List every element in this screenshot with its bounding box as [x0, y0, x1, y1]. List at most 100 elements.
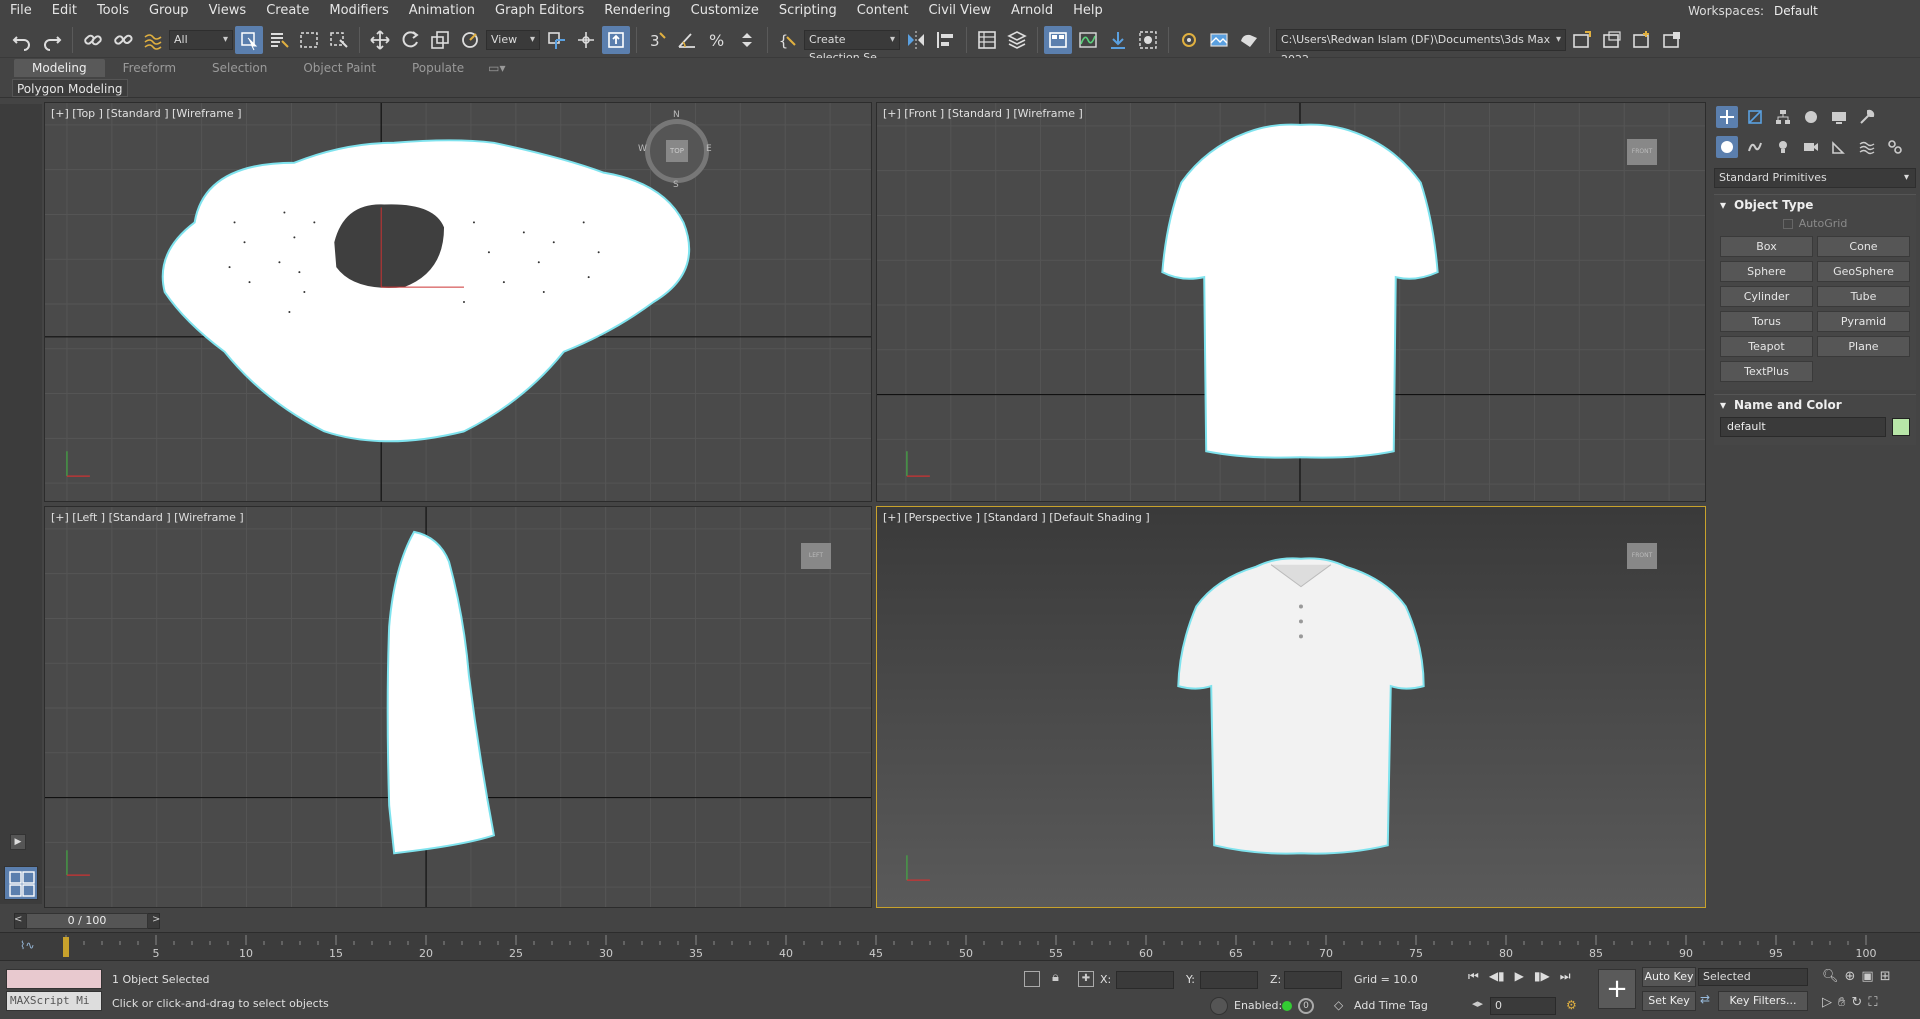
lights-category-icon[interactable]	[1772, 136, 1794, 158]
menu-group[interactable]: Group	[139, 0, 199, 22]
time-tag-icon[interactable]: ◇	[1334, 998, 1343, 1012]
maxscript-mini-listener[interactable]: MAXScript Mi	[6, 991, 102, 1011]
menu-graph-editors[interactable]: Graph Editors	[485, 0, 594, 22]
sphere-button[interactable]: Sphere	[1720, 261, 1813, 282]
project-folder-dropdown[interactable]: C:\Users\Redwan Islam (DF)\Documents\3ds…	[1276, 28, 1566, 66]
tube-button[interactable]: Tube	[1817, 286, 1910, 307]
key-mode-icon[interactable]: ⇄	[1700, 992, 1710, 1006]
viewport-top[interactable]: [+] [Top ] [Standard ] [Wireframe ] TOP …	[44, 102, 872, 502]
tab-object-paint[interactable]: Object Paint	[285, 59, 394, 77]
menu-rendering[interactable]: Rendering	[594, 0, 680, 22]
cylinder-button[interactable]: Cylinder	[1720, 286, 1813, 307]
object-type-rollout-header[interactable]: Object Type	[1714, 195, 1916, 215]
adaptive-degradation-icon[interactable]	[1210, 997, 1228, 1015]
pyramid-button[interactable]: Pyramid	[1817, 311, 1910, 332]
primitive-category-dropdown[interactable]: Standard Primitives	[1714, 168, 1916, 188]
orbit-icon[interactable]: ↻	[1851, 995, 1862, 1010]
zoom-icon[interactable]: 🔍︎	[1822, 969, 1839, 984]
select-object-icon[interactable]	[235, 25, 263, 54]
modify-tab-icon[interactable]	[1744, 106, 1766, 128]
object-color-swatch[interactable]	[1892, 418, 1910, 436]
selection-lock-icon[interactable]: 🔒︎	[1052, 970, 1059, 985]
time-slider-prev-icon[interactable]: <	[14, 914, 22, 925]
move-icon[interactable]	[366, 26, 394, 54]
ribbon-options-icon[interactable]: ▭▾	[482, 59, 511, 77]
systems-category-icon[interactable]	[1884, 136, 1906, 158]
torus-button[interactable]: Torus	[1720, 311, 1813, 332]
link-icon[interactable]	[79, 26, 107, 54]
placement-icon[interactable]	[456, 26, 484, 54]
cameras-category-icon[interactable]	[1800, 136, 1822, 158]
unlink-icon[interactable]	[109, 26, 137, 54]
project-template-icon[interactable]	[1658, 26, 1686, 54]
plane-button[interactable]: Plane	[1817, 336, 1910, 357]
edit-named-selection-icon[interactable]: {	[774, 26, 802, 54]
tab-populate[interactable]: Populate	[394, 59, 482, 77]
menu-help[interactable]: Help	[1063, 0, 1113, 22]
viewport-front[interactable]: [+] [Front ] [Standard ] [Wireframe ] FR…	[876, 102, 1706, 502]
menu-file[interactable]: File	[0, 0, 42, 22]
set-keyframe-icon[interactable]: +	[1598, 969, 1636, 1009]
helpers-category-icon[interactable]	[1828, 136, 1850, 158]
x-coordinate-field[interactable]	[1116, 971, 1174, 989]
current-frame-field[interactable]: 0	[1490, 997, 1556, 1015]
render-setup-icon[interactable]	[1175, 26, 1203, 54]
tab-freeform[interactable]: Freeform	[105, 59, 194, 77]
current-frame-marker[interactable]	[63, 937, 69, 957]
viewport-left[interactable]: [+] [Left ] [Standard ] [Wireframe ] LEF…	[44, 506, 872, 908]
keyboard-shortcut-override-icon[interactable]	[602, 25, 630, 54]
zoom-extents-icon[interactable]: ▣	[1861, 969, 1873, 984]
motion-tab-icon[interactable]	[1800, 106, 1822, 128]
select-manipulate-icon[interactable]	[572, 26, 600, 54]
named-selection-set-dropdown[interactable]: Create Selection Se	[804, 29, 900, 64]
set-key-button[interactable]: Set Key	[1642, 991, 1696, 1011]
teapot-button[interactable]: Teapot	[1720, 336, 1813, 357]
viewport-top-label[interactable]: [+] [Top ] [Standard ] [Wireframe ]	[51, 107, 242, 120]
create-tab-icon[interactable]	[1716, 106, 1738, 128]
scale-icon[interactable]	[426, 26, 454, 54]
menu-civil-view[interactable]: Civil View	[918, 0, 1001, 22]
layer-explorer-icon[interactable]	[1003, 26, 1031, 54]
key-filters-button[interactable]: Key Filters...	[1718, 991, 1808, 1011]
time-configuration-icon[interactable]: ⚙	[1566, 998, 1577, 1012]
viewport-perspective[interactable]: [+] [Perspective ] [Standard ] [Default …	[876, 506, 1706, 908]
mirror-icon[interactable]	[902, 26, 930, 54]
play-icon[interactable]: ▶	[1515, 969, 1524, 984]
scene-explorer-icon[interactable]	[973, 26, 1001, 54]
bind-spacewarp-icon[interactable]	[139, 26, 167, 54]
shapes-category-icon[interactable]	[1744, 136, 1766, 158]
track-bar[interactable]: ⌇∿ 5 10 15 20 25 30 35 40 45 50 55 60 65 70 75 80 85 90 95…	[0, 932, 1920, 960]
viewport-layout-icon[interactable]	[4, 866, 38, 900]
viewcube-front-icon[interactable]: FRONT	[1627, 139, 1657, 165]
open-project-icon[interactable]	[1598, 26, 1626, 54]
snaps-toggle-icon[interactable]: 3	[643, 26, 671, 54]
redo-icon[interactable]	[38, 26, 66, 54]
autogrid-checkbox[interactable]: AutoGrid	[1714, 215, 1916, 234]
polygon-modeling-panel[interactable]: Polygon Modeling	[12, 79, 128, 97]
align-icon[interactable]	[932, 26, 960, 54]
rendered-frame-window-icon[interactable]	[1205, 26, 1233, 54]
maximize-viewport-icon[interactable]: ⛶	[1868, 995, 1877, 1010]
object-name-field[interactable]: default	[1720, 417, 1886, 437]
zoom-all-icon[interactable]: ⊕	[1845, 969, 1856, 984]
time-tag-zero-icon[interactable]: 0	[1298, 998, 1314, 1014]
render-production-icon[interactable]	[1235, 26, 1263, 54]
viewport-front-label[interactable]: [+] [Front ] [Standard ] [Wireframe ]	[883, 107, 1083, 120]
cone-button[interactable]: Cone	[1817, 236, 1910, 257]
angle-snap-icon[interactable]	[673, 26, 701, 54]
viewport-perspective-label[interactable]: [+] [Perspective ] [Standard ] [Default …	[883, 511, 1150, 524]
menu-edit[interactable]: Edit	[42, 0, 87, 22]
select-by-name-icon[interactable]	[265, 26, 293, 54]
rotate-icon[interactable]	[396, 26, 424, 54]
isolate-selection-icon[interactable]	[1024, 971, 1040, 987]
expand-layout-tab-icon[interactable]: ▶	[10, 834, 26, 850]
selection-filter-dropdown[interactable]: All	[169, 29, 233, 50]
absolute-mode-icon[interactable]: ✚	[1078, 971, 1094, 987]
window-crossing-icon[interactable]	[325, 26, 353, 54]
workspaces-dropdown[interactable]: Default	[1770, 2, 1920, 20]
key-mode-toggle-icon[interactable]: ◂▸	[1472, 997, 1483, 1010]
maxscript-listener-output[interactable]	[6, 969, 102, 989]
spinner-snap-icon[interactable]	[733, 26, 761, 54]
menu-create[interactable]: Create	[256, 0, 319, 22]
menu-tools[interactable]: Tools	[87, 0, 139, 22]
